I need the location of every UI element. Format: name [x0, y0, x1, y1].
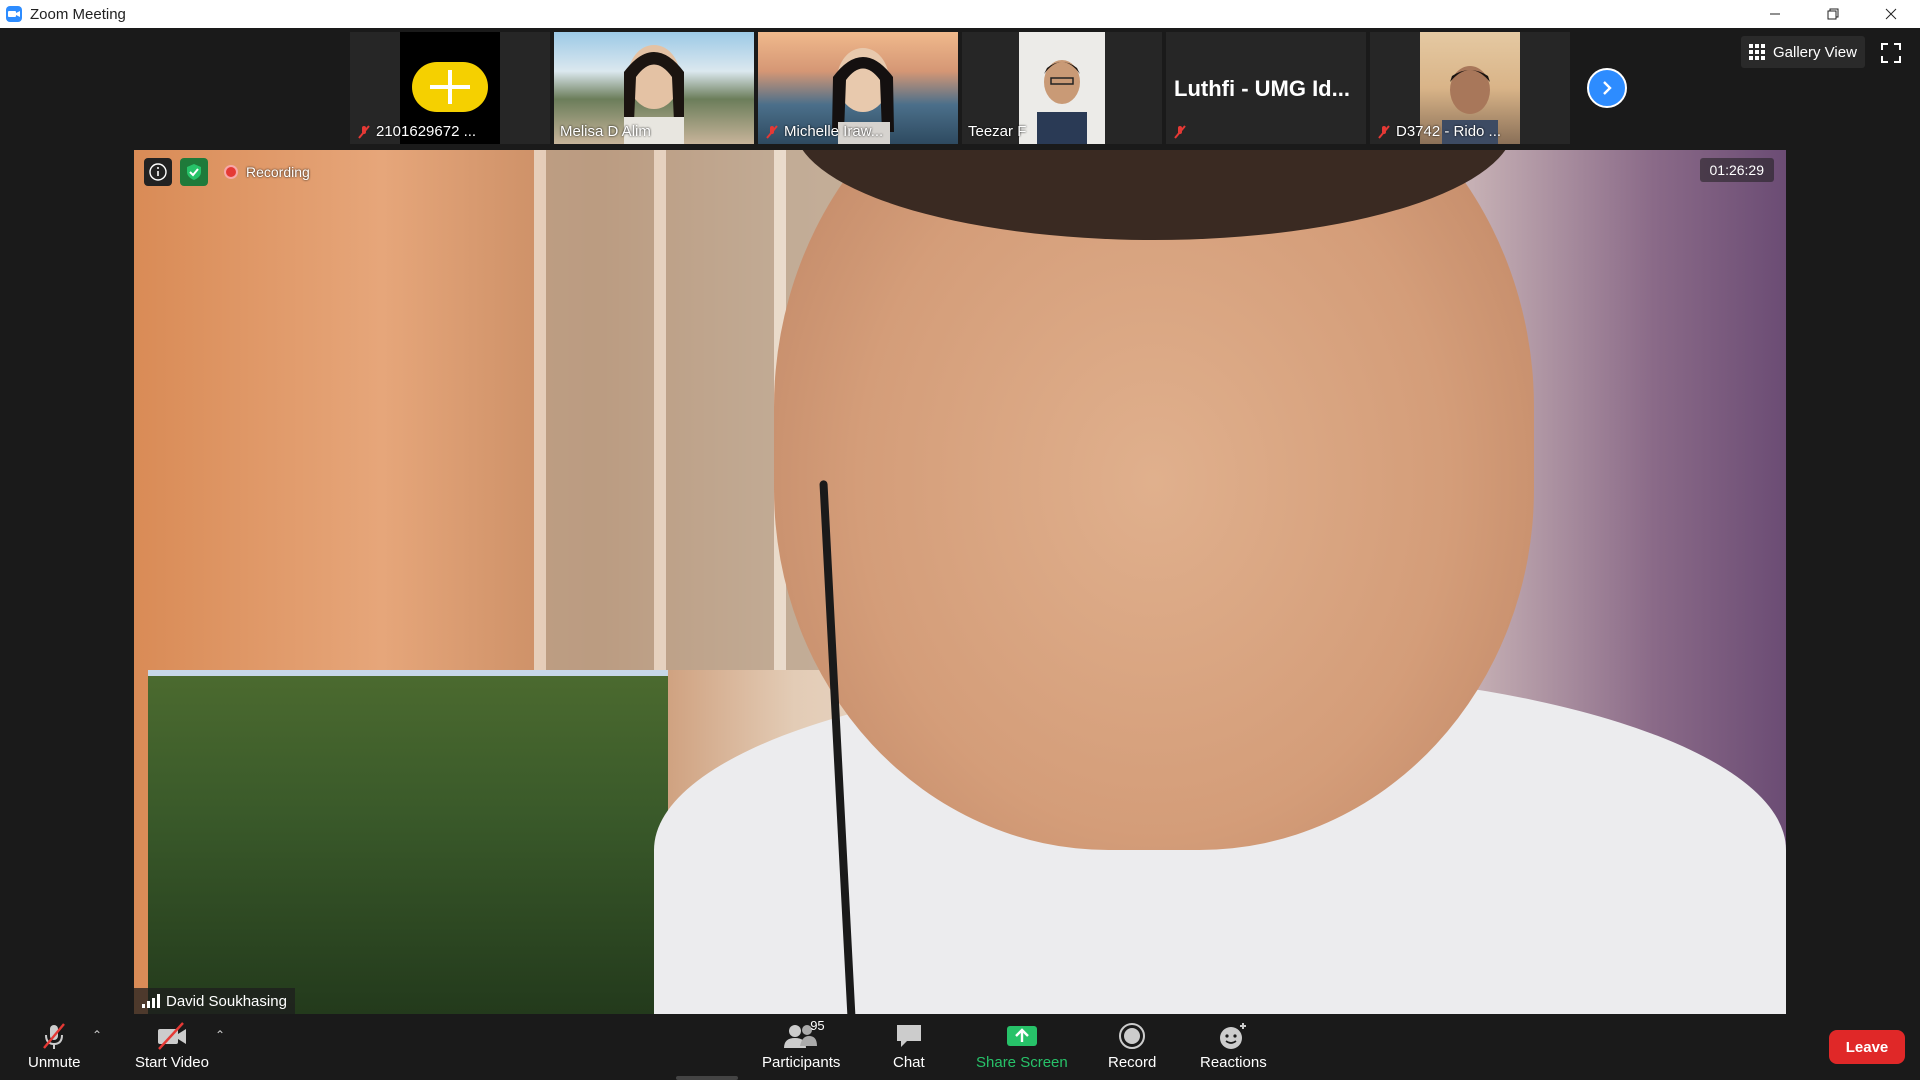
background-aquarium	[148, 670, 668, 1014]
close-button[interactable]	[1862, 0, 1920, 28]
participants-button[interactable]: 95 Participants	[762, 1018, 841, 1071]
recording-indicator[interactable]: Recording	[224, 164, 310, 180]
next-page-button[interactable]	[1587, 68, 1627, 108]
participant-tile[interactable]: D3742 - Rido ...	[1370, 32, 1570, 144]
audio-options-chevron-icon[interactable]: ⌃	[92, 1028, 102, 1042]
participant-name: Teezar F	[968, 123, 1027, 140]
unmute-button[interactable]: Unmute	[28, 1020, 81, 1071]
shield-check-icon	[187, 164, 201, 180]
muted-mic-icon	[1378, 124, 1390, 139]
recording-label: Recording	[246, 164, 310, 180]
participants-count: 95	[810, 1018, 825, 1033]
participant-video	[1019, 32, 1105, 144]
participant-tile[interactable]: Melisa D Alim	[554, 32, 754, 144]
share-screen-icon	[1006, 1026, 1037, 1046]
restore-button[interactable]	[1804, 0, 1862, 28]
info-icon	[149, 163, 167, 181]
speaker-face	[774, 150, 1534, 850]
video-options-chevron-icon[interactable]: ⌃	[215, 1028, 225, 1042]
minimize-button[interactable]	[1746, 0, 1804, 28]
leave-button[interactable]: Leave	[1829, 1030, 1905, 1064]
signal-strength-icon	[142, 994, 160, 1008]
chat-button[interactable]: Chat	[893, 1020, 925, 1071]
muted-mic-icon	[358, 124, 370, 139]
active-speaker-video: Recording 01:26:29 David Soukhasing	[134, 150, 1786, 1014]
speaker-name-tag: David Soukhasing	[134, 988, 295, 1014]
toolbar-scroll-indicator	[676, 1076, 738, 1080]
gallery-view-button[interactable]: Gallery View	[1741, 36, 1865, 68]
start-video-button[interactable]: Start Video	[135, 1020, 209, 1071]
record-icon	[1119, 1023, 1146, 1049]
participant-tile[interactable]: 2101629672 ...	[350, 32, 550, 144]
window-title: Zoom Meeting	[30, 5, 126, 23]
meeting-controls-toolbar: Unmute ⌃ Start Video ⌃ 95 Participants C…	[0, 1014, 1920, 1080]
participant-name: Melisa D Alim	[560, 123, 651, 140]
participant-name: D3742 - Rido ...	[1396, 123, 1502, 140]
participant-name: Michelle Iraw...	[784, 123, 884, 140]
grid-icon	[1749, 44, 1765, 60]
participant-name-large: Luthfi - UMG Id...	[1174, 76, 1350, 101]
participants-label: Participants	[762, 1054, 841, 1071]
zoom-app-icon	[6, 6, 22, 22]
video-off-icon	[157, 1022, 186, 1050]
recording-dot-icon	[224, 165, 238, 179]
muted-mic-icon	[766, 124, 778, 139]
chevron-right-icon	[1603, 81, 1612, 95]
reactions-button[interactable]: Reactions	[1200, 1020, 1267, 1071]
gallery-view-label: Gallery View	[1773, 43, 1857, 61]
participant-filmstrip: 2101629672 ... Melisa D Alim Michelle Ir…	[0, 28, 1920, 150]
chat-icon	[896, 1025, 921, 1047]
unmute-label: Unmute	[28, 1054, 81, 1071]
record-button[interactable]: Record	[1108, 1020, 1156, 1071]
share-screen-label: Share Screen	[976, 1054, 1068, 1071]
muted-mic-icon	[43, 1023, 66, 1049]
encryption-button[interactable]	[180, 158, 208, 186]
fullscreen-button[interactable]	[1880, 42, 1902, 64]
participant-tile[interactable]: Teezar F	[962, 32, 1162, 144]
participant-tile[interactable]: Michelle Iraw...	[758, 32, 958, 144]
speaker-name: David Soukhasing	[166, 992, 287, 1010]
meeting-info-button[interactable]	[144, 158, 172, 186]
title-bar: Zoom Meeting	[0, 0, 1920, 28]
chat-label: Chat	[893, 1054, 925, 1071]
reactions-icon	[1220, 1023, 1247, 1049]
participant-name: 2101629672 ...	[376, 123, 477, 140]
participant-tile[interactable]: Luthfi - UMG Id...	[1166, 32, 1366, 144]
reactions-label: Reactions	[1200, 1054, 1267, 1071]
start-video-label: Start Video	[135, 1054, 209, 1071]
meeting-timer: 01:26:29	[1699, 158, 1774, 182]
share-screen-button[interactable]: Share Screen	[976, 1020, 1068, 1071]
muted-mic-icon	[1174, 125, 1186, 139]
fullscreen-icon	[1881, 43, 1901, 63]
record-label: Record	[1108, 1054, 1157, 1071]
